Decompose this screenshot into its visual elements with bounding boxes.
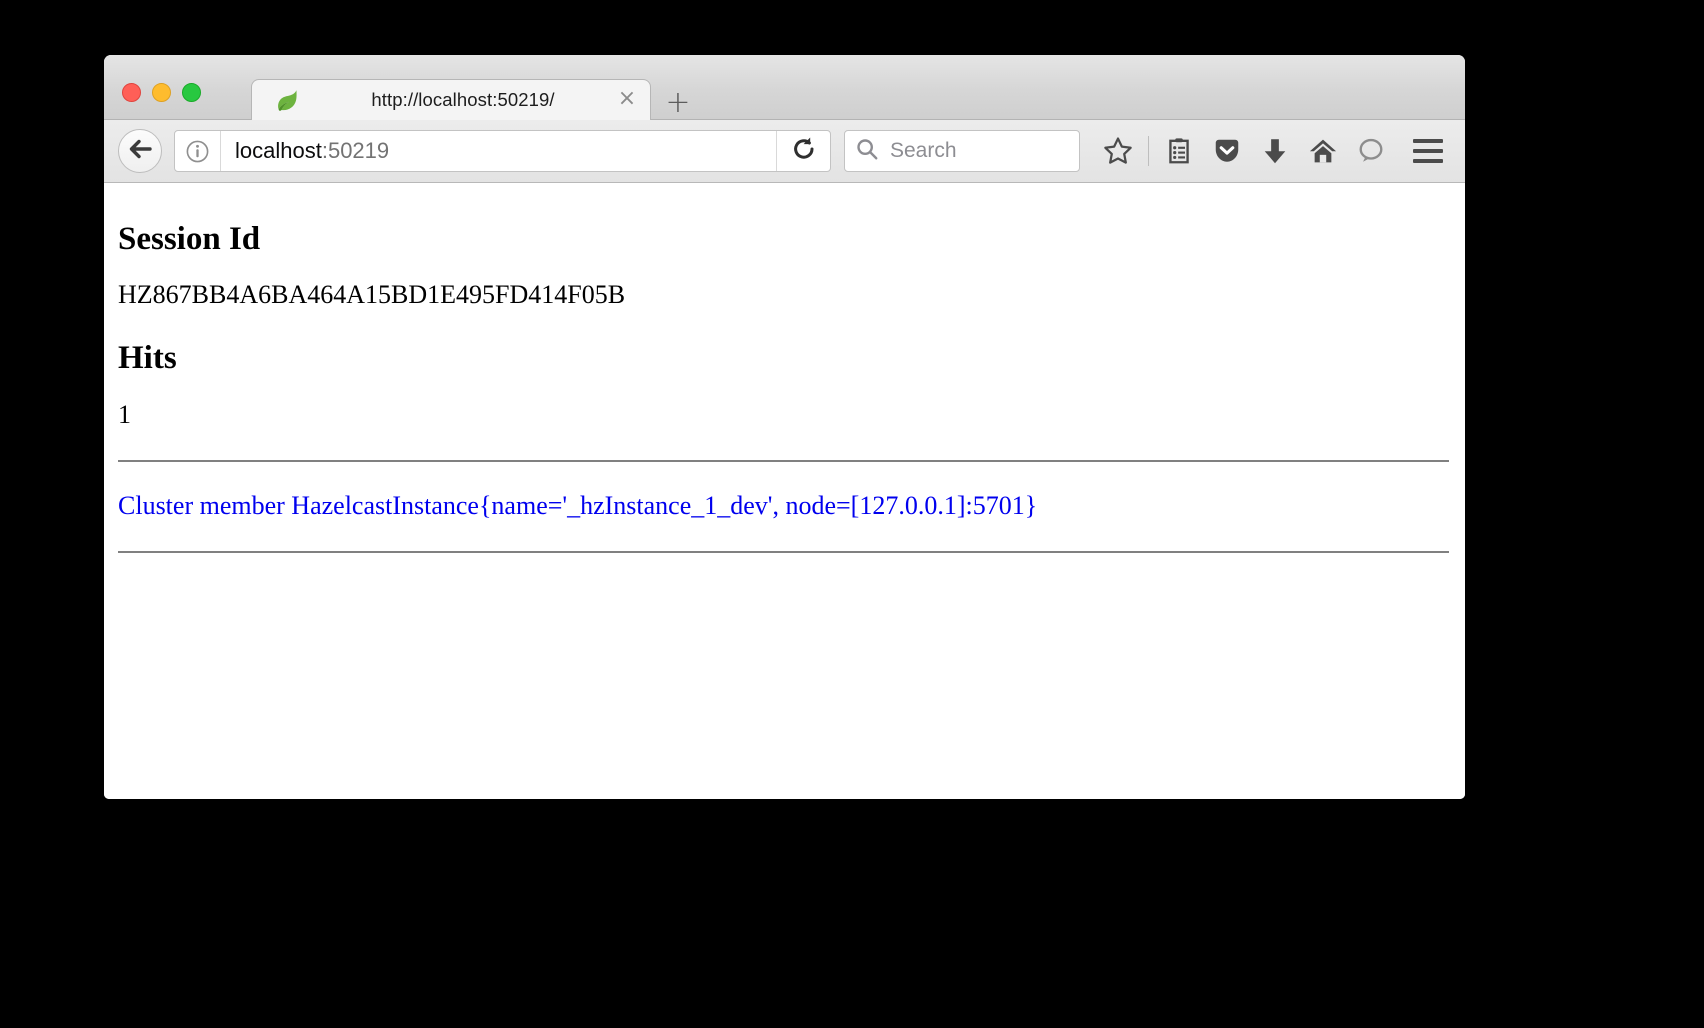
tab-title: http://localhost:50219/ xyxy=(371,89,555,110)
downloads-icon[interactable] xyxy=(1251,129,1299,173)
bookmark-star-icon[interactable] xyxy=(1094,129,1142,173)
session-id-heading: Session Id xyxy=(118,221,261,257)
url-bar[interactable]: localhost:50219 xyxy=(174,130,831,172)
cluster-member-link[interactable]: Cluster member HazelcastInstance{name='_… xyxy=(118,490,1449,521)
home-icon[interactable] xyxy=(1299,129,1347,173)
search-bar[interactable] xyxy=(844,130,1080,172)
new-tab-button[interactable]: + xyxy=(664,88,692,118)
menu-line-2 xyxy=(1413,149,1443,153)
url-host: localhost xyxy=(235,138,322,163)
url-text[interactable]: localhost:50219 xyxy=(221,138,776,164)
close-window-button[interactable] xyxy=(122,83,141,102)
reload-button[interactable] xyxy=(776,131,830,171)
minimize-window-button[interactable] xyxy=(152,83,171,102)
hamburger-menu-icon[interactable] xyxy=(1403,129,1453,173)
back-button[interactable] xyxy=(118,129,162,173)
search-input[interactable] xyxy=(888,138,1069,164)
info-icon[interactable] xyxy=(175,131,221,171)
browser-tab[interactable]: http://localhost:50219/ × xyxy=(251,79,651,120)
hits-heading: Hits xyxy=(118,340,177,377)
session-id-value: HZ867BB4A6BA464A15BD1E495FD414F05B xyxy=(118,280,626,310)
divider-bottom xyxy=(118,551,1449,554)
divider-top xyxy=(118,459,1449,462)
reader-list-icon[interactable] xyxy=(1155,129,1203,173)
browser-window: http://localhost:50219/ × + localhost:50… xyxy=(104,55,1465,799)
toolbar-icon-group xyxy=(1094,129,1395,173)
tab-bar: http://localhost:50219/ × + xyxy=(104,55,1465,120)
zoom-window-button[interactable] xyxy=(182,83,201,102)
back-arrow-icon xyxy=(127,136,153,167)
menu-line-1 xyxy=(1413,139,1443,143)
search-icon xyxy=(855,137,879,166)
page-content: Session Id HZ867BB4A6BA464A15BD1E495FD41… xyxy=(104,183,1465,799)
spring-leaf-favicon xyxy=(274,87,300,113)
navigation-toolbar: localhost:50219 xyxy=(104,120,1465,183)
url-port: :50219 xyxy=(321,138,390,163)
hits-value: 1 xyxy=(118,399,131,429)
hello-chat-icon[interactable] xyxy=(1347,129,1395,173)
menu-line-3 xyxy=(1413,159,1443,163)
reload-icon xyxy=(791,136,817,167)
pocket-icon[interactable] xyxy=(1203,129,1251,173)
window-controls xyxy=(122,83,201,102)
toolbar-separator xyxy=(1148,136,1149,166)
close-tab-icon[interactable]: × xyxy=(614,87,640,113)
